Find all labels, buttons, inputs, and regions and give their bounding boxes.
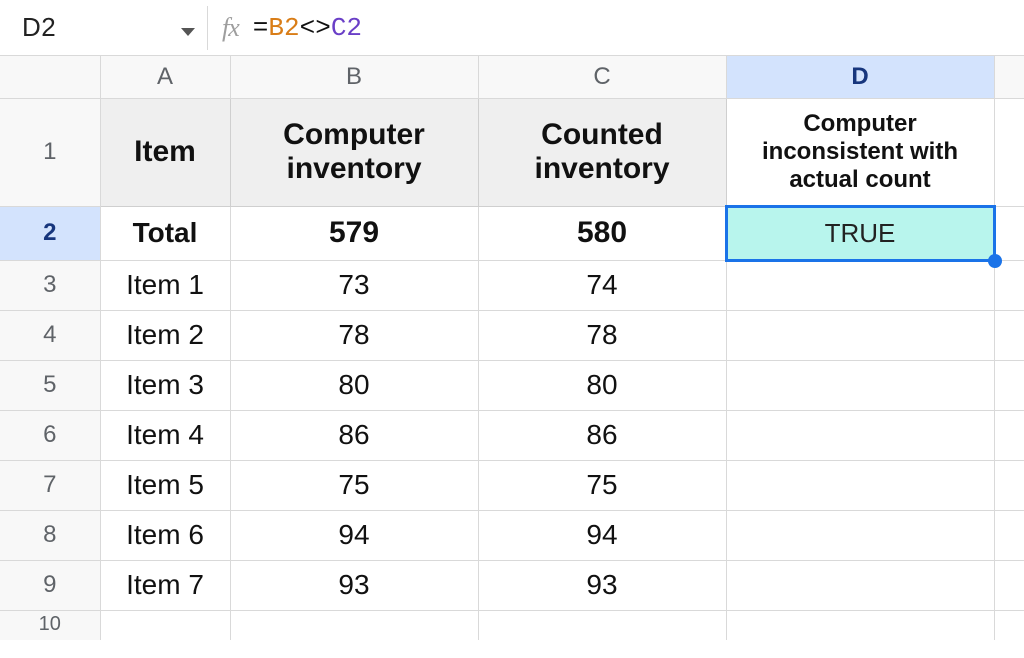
cell-extra-1[interactable] xyxy=(994,98,1024,206)
formula-operator: <> xyxy=(300,13,331,43)
cell-D10[interactable] xyxy=(726,610,994,640)
table-row: 9 Item 7 93 93 xyxy=(0,560,1024,610)
cell-extra-5[interactable] xyxy=(994,360,1024,410)
row-header-5[interactable]: 5 xyxy=(0,360,100,410)
table-row: 5 Item 3 80 80 xyxy=(0,360,1024,410)
cell-C5[interactable]: 80 xyxy=(478,360,726,410)
table-row: 4 Item 2 78 78 xyxy=(0,310,1024,360)
cell-D2[interactable]: TRUE xyxy=(726,206,994,260)
formula-ref-b2: B2 xyxy=(268,13,299,43)
cell-D7[interactable] xyxy=(726,460,994,510)
cell-B5[interactable]: 80 xyxy=(230,360,478,410)
col-header-C[interactable]: C xyxy=(478,56,726,98)
name-box-container: D2 xyxy=(22,12,207,43)
cell-B9[interactable]: 93 xyxy=(230,560,478,610)
cell-extra-7[interactable] xyxy=(994,460,1024,510)
row-header-6[interactable]: 6 xyxy=(0,410,100,460)
cell-A4[interactable]: Item 2 xyxy=(100,310,230,360)
formula-ref-c2: C2 xyxy=(331,13,362,43)
cell-D4[interactable] xyxy=(726,310,994,360)
cell-C6[interactable]: 86 xyxy=(478,410,726,460)
row-header-8[interactable]: 8 xyxy=(0,510,100,560)
cell-A7[interactable]: Item 5 xyxy=(100,460,230,510)
cell-D9[interactable] xyxy=(726,560,994,610)
grid-table: A B C D 1 Item Computer inventory Counte… xyxy=(0,56,1024,640)
cell-extra-4[interactable] xyxy=(994,310,1024,360)
column-header-row: A B C D xyxy=(0,56,1024,98)
cell-A9[interactable]: Item 7 xyxy=(100,560,230,610)
cell-C2[interactable]: 580 xyxy=(478,206,726,260)
table-row: 6 Item 4 86 86 xyxy=(0,410,1024,460)
cell-extra-8[interactable] xyxy=(994,510,1024,560)
cell-extra-3[interactable] xyxy=(994,260,1024,310)
cell-D1[interactable]: Computer inconsistent with actual count xyxy=(726,98,994,206)
chevron-down-icon xyxy=(181,28,195,36)
table-row: 7 Item 5 75 75 xyxy=(0,460,1024,510)
cell-B6[interactable]: 86 xyxy=(230,410,478,460)
formula-eq: = xyxy=(253,13,269,43)
cell-A5[interactable]: Item 3 xyxy=(100,360,230,410)
table-row: 2 Total 579 580 TRUE xyxy=(0,206,1024,260)
cell-A6[interactable]: Item 4 xyxy=(100,410,230,460)
cell-extra-9[interactable] xyxy=(994,560,1024,610)
row-header-4[interactable]: 4 xyxy=(0,310,100,360)
cell-D2-value: TRUE xyxy=(825,218,896,248)
formula-input[interactable]: =B2<>C2 xyxy=(253,13,362,43)
row-header-10[interactable]: 10 xyxy=(0,610,100,640)
cell-A10[interactable] xyxy=(100,610,230,640)
row-header-1[interactable]: 1 xyxy=(0,98,100,206)
cell-B8[interactable]: 94 xyxy=(230,510,478,560)
formula-bar: D2 fx =B2<>C2 xyxy=(0,0,1024,56)
cell-C7[interactable]: 75 xyxy=(478,460,726,510)
cell-D5[interactable] xyxy=(726,360,994,410)
cell-C10[interactable] xyxy=(478,610,726,640)
row-header-9[interactable]: 9 xyxy=(0,560,100,610)
cell-A3[interactable]: Item 1 xyxy=(100,260,230,310)
col-header-D[interactable]: D xyxy=(726,56,994,98)
cell-D8[interactable] xyxy=(726,510,994,560)
cell-B1[interactable]: Computer inventory xyxy=(230,98,478,206)
cell-extra-10[interactable] xyxy=(994,610,1024,640)
col-header-A[interactable]: A xyxy=(100,56,230,98)
cell-D6[interactable] xyxy=(726,410,994,460)
cell-B4[interactable]: 78 xyxy=(230,310,478,360)
cell-A8[interactable]: Item 6 xyxy=(100,510,230,560)
cell-D3[interactable] xyxy=(726,260,994,310)
table-row: 3 Item 1 73 74 xyxy=(0,260,1024,310)
name-box-dropdown[interactable] xyxy=(181,12,195,43)
cell-C9[interactable]: 93 xyxy=(478,560,726,610)
fx-icon: fx xyxy=(222,13,239,43)
cell-B2[interactable]: 579 xyxy=(230,206,478,260)
cell-B7[interactable]: 75 xyxy=(230,460,478,510)
col-header-extra[interactable] xyxy=(994,56,1024,98)
row-header-7[interactable]: 7 xyxy=(0,460,100,510)
cell-extra-6[interactable] xyxy=(994,410,1024,460)
select-all-corner[interactable] xyxy=(0,56,100,98)
cell-C8[interactable]: 94 xyxy=(478,510,726,560)
cell-A2[interactable]: Total xyxy=(100,206,230,260)
table-row: 1 Item Computer inventory Counted invent… xyxy=(0,98,1024,206)
cell-B3[interactable]: 73 xyxy=(230,260,478,310)
divider xyxy=(207,6,208,50)
cell-C1[interactable]: Counted inventory xyxy=(478,98,726,206)
col-header-B[interactable]: B xyxy=(230,56,478,98)
row-header-2[interactable]: 2 xyxy=(0,206,100,260)
cell-C4[interactable]: 78 xyxy=(478,310,726,360)
table-row: 10 xyxy=(0,610,1024,640)
cell-extra-2[interactable] xyxy=(994,206,1024,260)
row-header-3[interactable]: 3 xyxy=(0,260,100,310)
cell-C3[interactable]: 74 xyxy=(478,260,726,310)
table-row: 8 Item 6 94 94 xyxy=(0,510,1024,560)
cell-B10[interactable] xyxy=(230,610,478,640)
fill-handle[interactable] xyxy=(988,254,1002,268)
spreadsheet-grid[interactable]: A B C D 1 Item Computer inventory Counte… xyxy=(0,56,1024,640)
cell-A1[interactable]: Item xyxy=(100,98,230,206)
name-box[interactable]: D2 xyxy=(22,12,56,43)
